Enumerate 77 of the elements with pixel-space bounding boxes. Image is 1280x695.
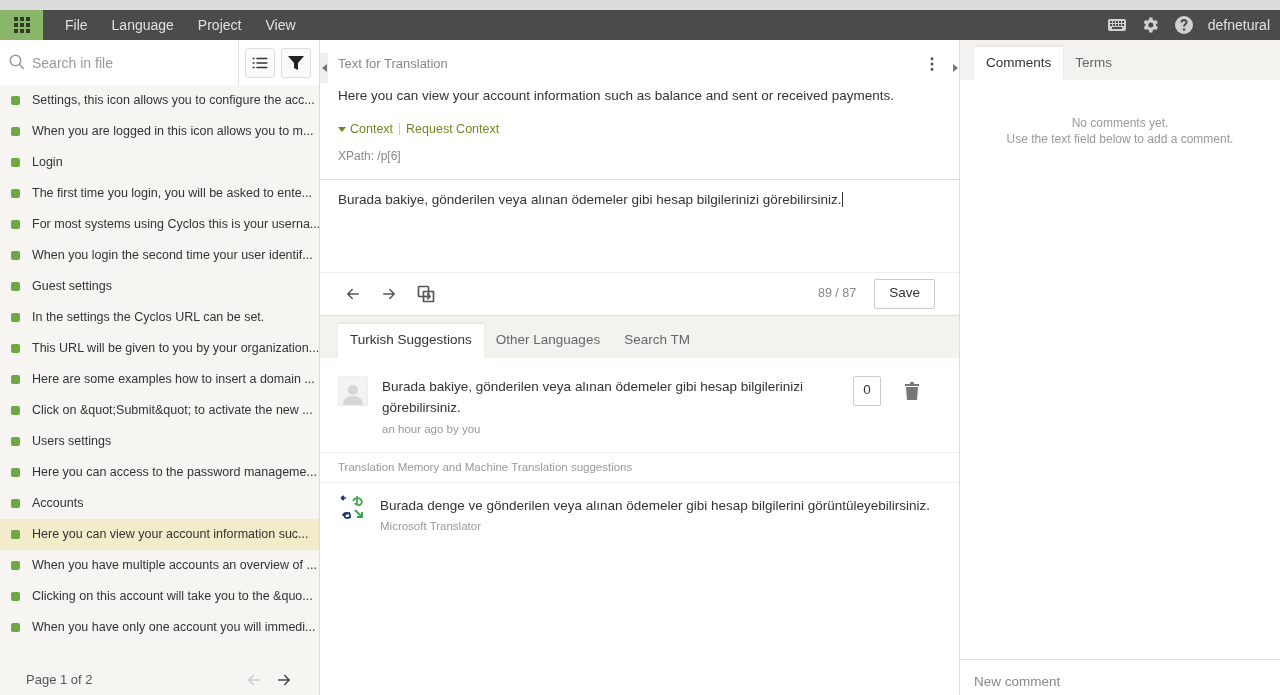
collapse-right-icon[interactable] xyxy=(952,64,958,72)
trash-icon[interactable] xyxy=(905,381,919,400)
segment-text: The first time you login, you will be asked to ente... xyxy=(32,185,312,203)
segment-text: Users settings xyxy=(32,433,112,451)
translation-source: Microsoft Translator xyxy=(380,518,482,534)
user-name[interactable]: defnetural xyxy=(1207,14,1270,36)
comment-field[interactable]: New comment xyxy=(960,659,1280,695)
page-label: Page 1 of 2 xyxy=(26,671,93,690)
segment-row[interactable]: Users settings xyxy=(0,426,319,457)
segment-row[interactable]: Login xyxy=(0,147,319,178)
copy-source-icon[interactable] xyxy=(416,283,436,304)
segment-row[interactable]: When you login the second time your user identif... xyxy=(0,240,319,271)
section-heading: Translation Memory and Machine Translation suggestions xyxy=(338,459,633,475)
request-context-link[interactable]: Request Context xyxy=(406,119,500,139)
menu-item[interactable]: File xyxy=(53,14,100,36)
search-field[interactable]: Search in file xyxy=(0,40,238,85)
segment-text: Here are some examples how to insert a domain ... xyxy=(32,371,315,389)
suggestion-tab[interactable]: Search TM xyxy=(612,323,702,358)
segment-text: For most systems using Cyclos this is your userna... xyxy=(32,216,319,234)
segment-text: Login xyxy=(32,154,63,172)
person-icon xyxy=(343,382,363,405)
segment-row[interactable]: Here are some examples how to insert a domain ... xyxy=(0,364,319,395)
grid-icon xyxy=(13,17,30,33)
segment-text: In the settings the Cyclos URL can be set. xyxy=(32,309,265,327)
comments-tab[interactable]: Comments xyxy=(974,47,1064,80)
filter-button[interactable] xyxy=(281,47,311,78)
character-counter: 89 / 87 xyxy=(818,285,857,303)
segment-text: When you are logged in this icon allows you to m... xyxy=(32,123,314,141)
apps-button[interactable] xyxy=(0,10,43,40)
segment-row[interactable]: For most systems using Cyclos this is your userna... xyxy=(0,209,319,240)
machine-translation-text[interactable]: Burada denge ve gönderilen veya alınan ödemeler gibi hesap bilgilerini görüntüleyebilirsiniz. xyxy=(380,494,931,516)
segment-text: Accounts xyxy=(32,495,84,513)
segment-text: Click on &quot;Submit&quot; to activate the new ... xyxy=(32,402,313,420)
source-text: Here you can view your account information such as balance and sent or received payments. xyxy=(338,86,896,105)
save-button[interactable]: Save xyxy=(874,278,935,309)
suggestion-text: Burada bakiye, gönderilen veya alınan ödemeler gibi hesap bilgilerinizi görebilirsiniz. xyxy=(382,377,804,417)
segment-row[interactable]: When you have multiple accounts an overview of ... xyxy=(0,550,319,581)
segment-row[interactable]: Here you can access to the password manageme... xyxy=(0,457,319,488)
xpath-text: XPath: /p[6] xyxy=(338,147,402,165)
comments-tab[interactable]: Terms xyxy=(1063,47,1124,80)
suggestion-tab[interactable]: Other Languages xyxy=(483,323,613,358)
segment-row[interactable]: When you have only one account you will immedi... xyxy=(0,612,319,643)
segment-row[interactable]: When you are logged in this icon allows you to m... xyxy=(0,116,319,147)
list-view-button[interactable] xyxy=(245,47,275,78)
segment-text: Guest settings xyxy=(32,278,112,296)
search-icon xyxy=(8,53,26,71)
filter-icon xyxy=(288,54,304,71)
segment-text: Clicking on this account will take you to the &quo... xyxy=(32,588,313,606)
keyboard-icon[interactable] xyxy=(1107,18,1126,32)
empty-message: No comments yet. xyxy=(1071,115,1169,131)
segment-text: Here you can access to the password manageme... xyxy=(32,464,317,482)
segment-text: Settings, this icon allows you to configure the acc... xyxy=(32,92,315,110)
suggestion-tab[interactable]: Turkish Suggestions xyxy=(338,323,484,358)
segment-row[interactable]: Accounts xyxy=(0,488,319,519)
segment-text: When you login the second time your user identif... xyxy=(32,247,313,265)
segment-row[interactable]: In the settings the Cyclos URL can be set. xyxy=(0,302,319,333)
suggestion-meta: an hour ago by you xyxy=(382,421,482,437)
context-link[interactable]: Context xyxy=(350,119,394,139)
menu-item[interactable]: Language xyxy=(99,14,186,36)
segment-row[interactable]: Guest settings xyxy=(0,271,319,302)
menu-item[interactable]: Project xyxy=(185,14,254,36)
segment-text: Here you can view your account information suc... xyxy=(32,526,309,544)
segment-row[interactable]: This URL will be given to you by your organization... xyxy=(0,333,319,364)
segment-text: This URL will be given to you by your organization... xyxy=(32,340,319,358)
segment-text: When you have only one account you will immedi... xyxy=(32,619,316,637)
empty-message: Use the text field below to add a comment. xyxy=(1006,131,1234,147)
segment-text: When you have multiple accounts an overview of ... xyxy=(32,557,317,575)
vote-count: 0 xyxy=(853,375,881,406)
segment-row[interactable]: The first time you login, you will be asked to ente... xyxy=(0,178,319,209)
segment-row[interactable]: Clicking on this account will take you to the &quo... xyxy=(0,581,319,612)
menu-item[interactable]: View xyxy=(253,14,308,36)
segment-row[interactable]: Here you can view your account information suc... xyxy=(0,519,319,550)
translation-field[interactable]: Burada bakiye, gönderilen veya alınan ödemeler gibi hesap bilgilerinizi görebilirsiniz. xyxy=(320,179,959,273)
panel-title: Text for Translation xyxy=(338,55,448,73)
segment-row[interactable]: Click on &quot;Submit&quot; to activate the new ... xyxy=(0,395,319,426)
help-icon[interactable] xyxy=(1173,15,1194,35)
segment-row[interactable]: Settings, this icon allows you to configure the acc... xyxy=(0,85,319,116)
